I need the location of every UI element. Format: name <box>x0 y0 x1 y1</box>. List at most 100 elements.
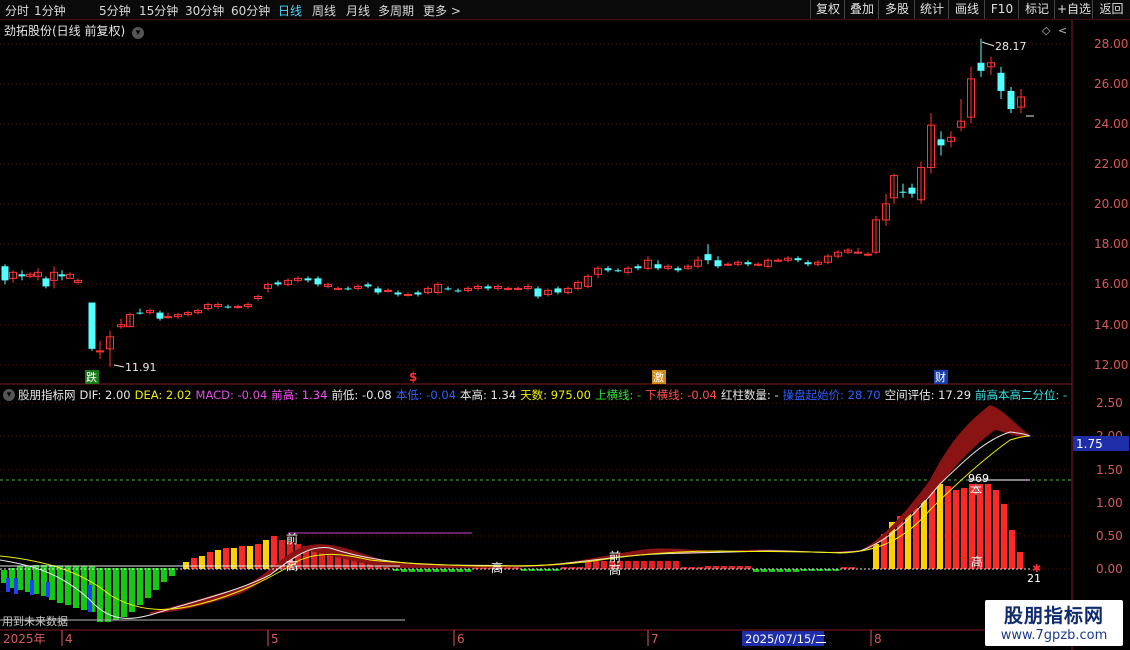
ind-tick: 0.50 <box>1096 529 1123 543</box>
candle-body <box>804 262 812 265</box>
legend-item: 操盘起始价: 28.70 <box>782 388 881 402</box>
qian-label: 前 <box>286 531 298 546</box>
event-marker-cai[interactable]: 财 <box>935 370 946 384</box>
candle-body <box>404 293 412 296</box>
candle-body <box>88 302 96 349</box>
candle-body <box>854 251 862 254</box>
legend-item: 前高本高二分位: - <box>975 388 1068 402</box>
macd-bar-blue <box>30 580 34 595</box>
candle-body <box>899 191 907 193</box>
candle-body <box>937 139 945 146</box>
candle-body <box>334 287 342 290</box>
min-price-marker: 11.91 <box>113 361 157 374</box>
candle-body <box>1007 90 1015 110</box>
candle-body <box>1 266 9 281</box>
price-tick: 16.00 <box>1094 277 1128 291</box>
max-price-label: 28.17 <box>995 40 1027 53</box>
gao-label: 高 <box>971 554 983 569</box>
macd-bar-big <box>921 500 927 569</box>
indicator-name[interactable]: 股朋指标网 <box>18 388 76 402</box>
legend-item: 前低: -0.08 <box>331 388 392 402</box>
chart-canvas[interactable]: 28.00 26.00 24.00 22.00 20.00 18.00 16.0… <box>0 0 1130 650</box>
price-tick: 18.00 <box>1094 237 1128 251</box>
current-value: 1.75 <box>1076 437 1103 451</box>
candle-body <box>164 316 172 319</box>
event-marker-dollar[interactable]: $ <box>409 370 417 384</box>
macd-bar-green <box>153 568 159 590</box>
candle-body <box>18 274 26 277</box>
candle-body <box>864 253 872 256</box>
candle-body <box>674 268 682 271</box>
price-tick: 24.00 <box>1094 117 1128 131</box>
year-label: 2025年 <box>3 632 46 646</box>
candle-body <box>234 306 242 309</box>
candle-body <box>744 262 752 265</box>
macd-bar-small <box>625 561 631 569</box>
candle-body <box>384 289 392 292</box>
macd-bar-red <box>263 540 269 569</box>
time-axis: 2025年 4 5 6 7 8 2025/07/15/二 <box>3 630 882 646</box>
candle-body <box>534 288 542 297</box>
legend-item: 本低: -0.04 <box>395 388 457 402</box>
macd-bar-green <box>161 568 167 582</box>
macd-bar-big <box>1001 504 1007 569</box>
gao-label: 高 <box>609 562 621 577</box>
macd-bar-big <box>993 490 999 569</box>
min-price-label: 11.91 <box>125 361 157 374</box>
candle-body <box>714 260 722 267</box>
candle-body <box>414 292 422 295</box>
price-tick: 12.00 <box>1094 358 1128 372</box>
macd-bar-big <box>937 484 943 569</box>
diamond-icon[interactable]: ◇ <box>1042 24 1051 37</box>
candle-body <box>997 72 1005 91</box>
chevron-left-icon[interactable]: < <box>1058 24 1067 37</box>
legend-item: 前高: 1.34 <box>271 388 328 402</box>
ind-tick: 2.50 <box>1096 396 1123 410</box>
candle-body <box>394 292 402 295</box>
candle-body <box>908 187 916 194</box>
price-tick: 26.00 <box>1094 77 1128 91</box>
legend-item: MACD: -0.04 <box>195 388 268 402</box>
indicator-axis: 2.50 2.00 1.50 1.00 0.50 0.00 1.75 <box>1073 396 1129 576</box>
candle-body <box>314 278 322 285</box>
price-tick: 22.00 <box>1094 157 1128 171</box>
candle-body <box>444 288 452 290</box>
candle-body <box>136 312 144 314</box>
cursor-date: 2025/07/15/二 <box>745 632 827 646</box>
month-label: 6 <box>457 632 465 646</box>
indicator-grid <box>0 402 1072 570</box>
watermark-logo: 股朋指标网 www.7gpzb.com <box>985 600 1123 646</box>
price-axis: 28.00 26.00 24.00 22.00 20.00 18.00 16.0… <box>1094 37 1128 372</box>
candle-body <box>754 263 762 266</box>
macd-bar-small <box>641 561 647 569</box>
candle-body <box>604 268 612 271</box>
candle-body <box>484 286 492 289</box>
macd-bar-green <box>81 566 87 610</box>
legend-item: 上横线: - <box>594 388 642 402</box>
candle-body <box>724 263 732 266</box>
legend-item: DIF: 2.00 <box>79 388 131 402</box>
watermark-url: www.7gpzb.com <box>1000 628 1108 643</box>
chevron-down-icon[interactable]: ▾ <box>3 389 15 401</box>
candlesticks <box>1 38 1025 368</box>
month-label: 4 <box>65 632 73 646</box>
candle-body <box>514 287 522 290</box>
candle-body <box>156 312 164 319</box>
candle-body <box>344 288 352 290</box>
macd-bar-green <box>97 568 103 622</box>
candle-body <box>274 282 282 285</box>
macd-bar-green <box>145 568 151 598</box>
macd-bar-big <box>961 488 967 569</box>
qian-label: 前 <box>609 549 621 564</box>
gao-label: 高 <box>491 560 503 575</box>
ind-tick: 1.50 <box>1096 463 1123 477</box>
macd-bar-big <box>945 486 951 569</box>
candle-body <box>304 278 312 281</box>
macd-bar-big <box>953 490 959 569</box>
macd-bar-big <box>913 508 919 569</box>
price-tick: 28.00 <box>1094 37 1128 51</box>
event-marker-ji[interactable]: 激 <box>653 370 664 384</box>
event-marker-die[interactable]: 跌 <box>86 370 97 384</box>
price-tick: 14.00 <box>1094 318 1128 332</box>
legend-item: 红柱数量: - <box>720 388 779 402</box>
